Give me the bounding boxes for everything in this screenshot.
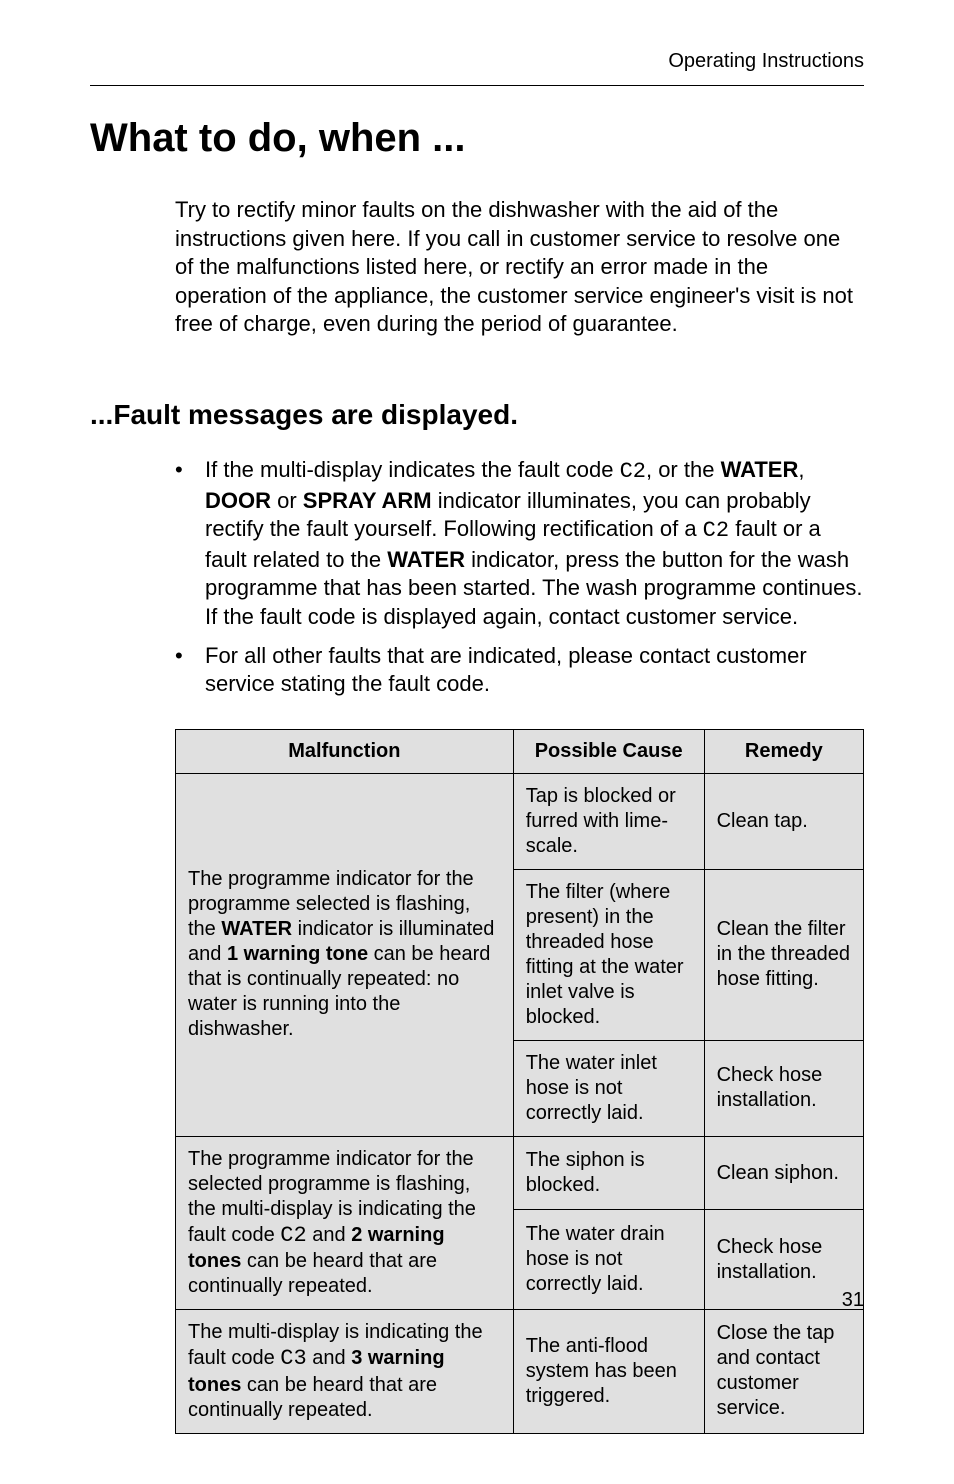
- table-cell-remedy: Clean tap.: [704, 773, 863, 869]
- table-cell-malfunction: The programme indicator for the programm…: [176, 773, 514, 1136]
- table-cell-cause: The siphon is blocked.: [513, 1136, 704, 1210]
- bold-text: SPRAY ARM: [303, 488, 432, 513]
- running-header: Operating Instructions: [90, 50, 864, 86]
- table-cell-malfunction: The multi-display is indicating the faul…: [176, 1310, 514, 1434]
- table-header: Malfunction: [176, 729, 514, 773]
- table-row: The multi-display is indicating the faul…: [176, 1310, 864, 1434]
- table-cell-remedy: Close the tap and contact customer servi…: [704, 1310, 863, 1434]
- bold-text: WATER: [221, 918, 292, 940]
- page-number: 31: [842, 1289, 864, 1312]
- text-fragment: ,: [798, 457, 804, 482]
- fault-table: Malfunction Possible Cause Remedy The pr…: [175, 729, 864, 1434]
- sub-heading: ...Fault messages are displayed.: [90, 399, 864, 431]
- intro-paragraph: Try to rectify minor faults on the dishw…: [175, 196, 864, 339]
- table-cell-cause: The water drain hose is not correctly la…: [513, 1210, 704, 1310]
- text-fragment: or: [271, 488, 303, 513]
- table-row: The programme indicator for the programm…: [176, 773, 864, 869]
- bold-text: WATER: [387, 547, 465, 572]
- bullet-text: For all other faults that are indicated,…: [205, 642, 864, 699]
- bold-text: DOOR: [205, 488, 271, 513]
- table-cell-cause: The anti-flood system has been triggered…: [513, 1310, 704, 1434]
- bullet-item: • If the multi-display indicates the fau…: [175, 456, 864, 632]
- bold-text: WATER: [721, 457, 799, 482]
- page-title: What to do, when ...: [90, 116, 864, 161]
- bullet-text: If the multi-display indicates the fault…: [205, 456, 864, 632]
- table-cell-remedy: Clean siphon.: [704, 1136, 863, 1210]
- bold-text: 1 warning tone: [227, 943, 368, 965]
- text-fragment: and: [307, 1224, 351, 1246]
- table-cell-remedy: Check hose installation.: [704, 1040, 863, 1136]
- table-cell-cause: The filter (where present) in the thread…: [513, 869, 704, 1040]
- table-row: The programme indicator for the selected…: [176, 1136, 864, 1210]
- table-header: Possible Cause: [513, 729, 704, 773]
- fault-code-inline: C3: [280, 1346, 306, 1371]
- table-cell-cause: Tap is blocked or furred with lime-scale…: [513, 773, 704, 869]
- table-header: Remedy: [704, 729, 863, 773]
- text-fragment: and: [307, 1347, 351, 1369]
- table-cell-remedy: Clean the filter in the threaded hose fi…: [704, 869, 863, 1040]
- table-cell-cause: The water inlet hose is not correctly la…: [513, 1040, 704, 1136]
- fault-code-inline: C2: [280, 1223, 306, 1248]
- fault-code-inline: C2: [703, 518, 729, 543]
- text-fragment: , or the: [646, 457, 721, 482]
- bullet-mark: •: [175, 642, 205, 699]
- table-cell-remedy: Check hose installation.: [704, 1210, 863, 1310]
- bullet-list: • If the multi-display indicates the fau…: [175, 456, 864, 699]
- table-header-row: Malfunction Possible Cause Remedy: [176, 729, 864, 773]
- table-cell-malfunction: The programme indicator for the selected…: [176, 1136, 514, 1310]
- bullet-item: • For all other faults that are indicate…: [175, 642, 864, 699]
- text-fragment: If the multi-display indicates the fault…: [205, 457, 620, 482]
- fault-code-inline: C2: [620, 459, 646, 484]
- bullet-mark: •: [175, 456, 205, 632]
